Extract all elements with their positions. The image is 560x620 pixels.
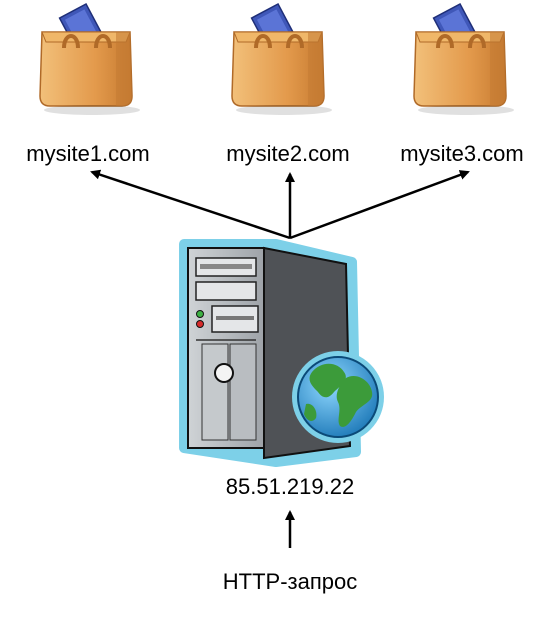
request-label: HTTP-запрос	[222, 569, 358, 594]
site-icon-1	[38, 2, 142, 117]
site-label-1: mysite1.com	[26, 141, 150, 166]
site-icon-2	[230, 2, 334, 117]
web-server-globe-icon	[179, 239, 384, 467]
arrow-to-site-1	[90, 169, 291, 240]
server-ip-label: 85.51.219.22	[225, 474, 355, 499]
site-label-2: mysite2.com	[226, 141, 350, 166]
site-label-3: mysite3.com	[400, 141, 524, 166]
hosting-diagram	[38, 2, 516, 548]
arrow-to-site-3	[289, 170, 470, 240]
site-icon-3	[412, 2, 516, 117]
